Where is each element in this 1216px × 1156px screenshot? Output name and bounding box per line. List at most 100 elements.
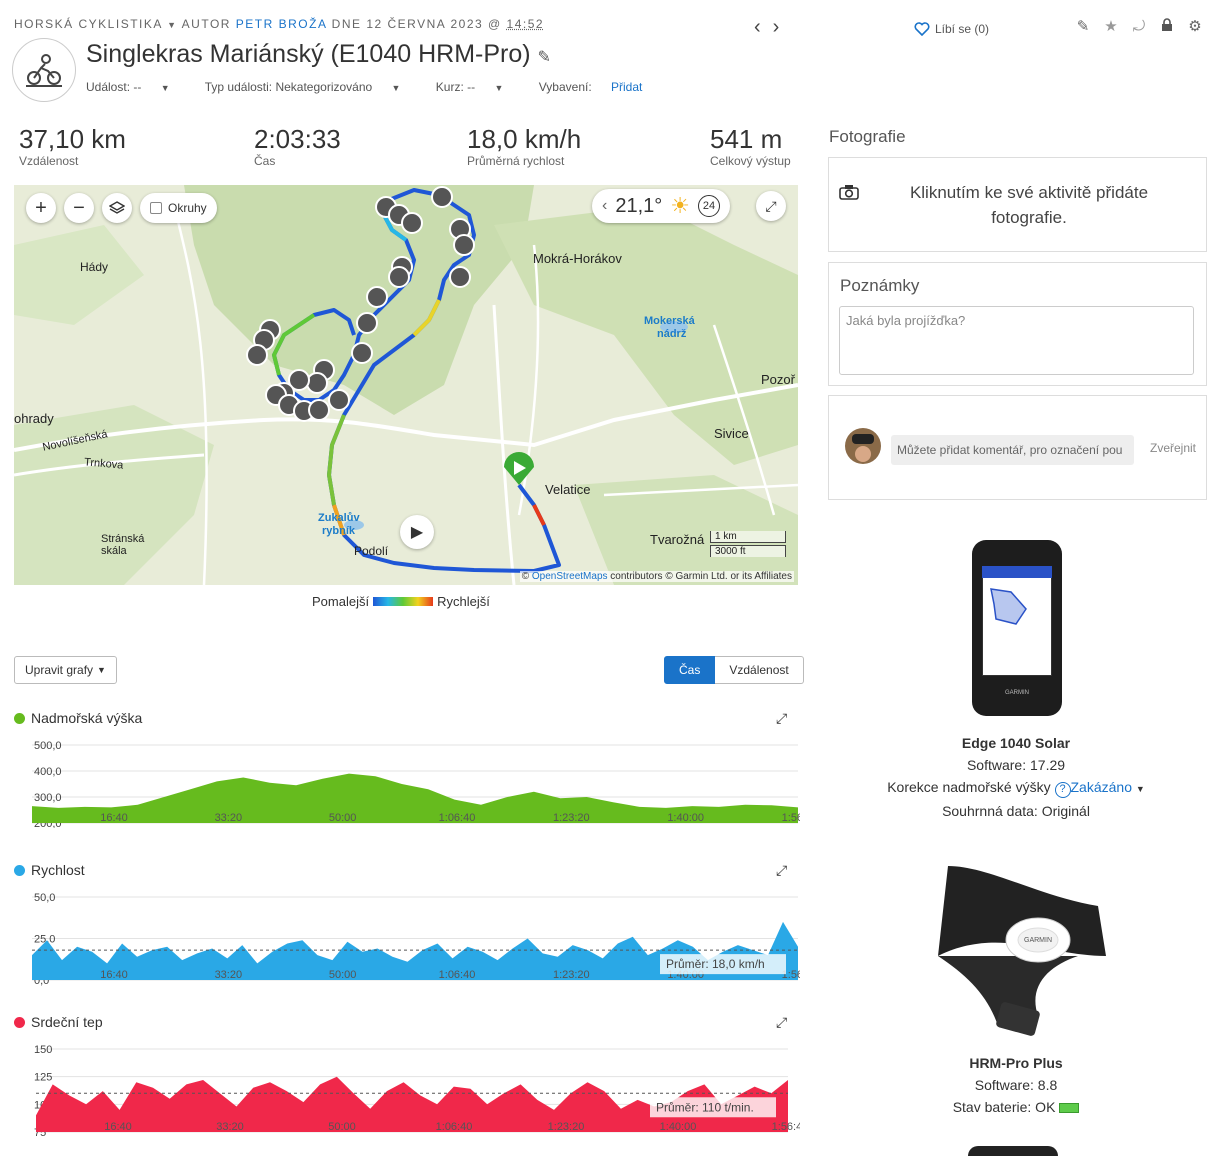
- laps-checkbox[interactable]: [150, 202, 162, 214]
- play-route-button[interactable]: ▶: [400, 515, 434, 549]
- x-tick-label: 16:40: [100, 969, 128, 981]
- x-tick-label: 50:00: [329, 969, 357, 981]
- previous-activity-icon[interactable]: ‹: [754, 16, 773, 38]
- activity-sub-fields: Událost: -- ▼ Typ události: Nekategorizo…: [86, 80, 674, 94]
- heart-rate-chart[interactable]: 1501251007516:4033:2050:001:06:401:23:20…: [14, 1040, 800, 1140]
- author-name-link[interactable]: PETR BROŽA: [236, 17, 327, 31]
- caret-down-icon: ▼: [391, 83, 401, 93]
- share-icon[interactable]: ⤾: [1130, 18, 1148, 36]
- y-tick-label: 150: [34, 1044, 52, 1056]
- pencil-icon[interactable]: ✎: [1074, 18, 1092, 36]
- x-tick-label: 50:00: [329, 812, 357, 824]
- caret-down-icon[interactable]: ▼: [1136, 784, 1145, 794]
- average-badge: Průměr: 110 t/min.: [650, 1097, 776, 1118]
- expand-icon[interactable]: ⤢: [776, 710, 787, 727]
- star-icon[interactable]: ★: [1102, 18, 1120, 36]
- fullscreen-button[interactable]: ⤢: [756, 191, 786, 221]
- speed-chart-title: Rychlost: [14, 862, 85, 878]
- map-attribution: © OpenStreetMaps contributors © Garmin L…: [519, 571, 794, 582]
- chevron-left-icon[interactable]: ‹: [602, 197, 607, 215]
- activity-title-text: Singlekras Mariánský (E1040 HRM-Pro): [86, 40, 531, 68]
- zoom-in-button[interactable]: +: [26, 193, 56, 223]
- hours-badge: 24: [698, 195, 720, 217]
- event-type-dropdown[interactable]: Typ události: Nekategorizováno ▼: [205, 80, 417, 94]
- course-dropdown[interactable]: Kurz: -- ▼: [436, 80, 520, 94]
- event-dropdown[interactable]: Událost: -- ▼: [86, 80, 186, 94]
- pencil-icon[interactable]: ✎: [538, 49, 551, 66]
- publish-button[interactable]: Zveřejnit: [1150, 441, 1196, 455]
- zoom-out-button[interactable]: −: [64, 193, 94, 223]
- edge-device-info: Edge 1040 Solar Software: 17.29 Korekce …: [868, 732, 1164, 822]
- comment-card: Můžete přidat komentář, pro označení pou…: [828, 395, 1207, 500]
- device-name: HRM-Pro Plus: [969, 1055, 1063, 1071]
- speed-chart[interactable]: 50,025,00,0 16:40 33:20 50:00 1:06:40 1:23:20…: [14, 888, 800, 988]
- gear-icon[interactable]: ⚙: [1186, 18, 1204, 36]
- correction-dropdown[interactable]: Zakázáno: [1071, 779, 1132, 795]
- help-icon[interactable]: ?: [1054, 782, 1071, 798]
- add-photos-card[interactable]: Kliknutím ke své aktivitě přidáte fotogr…: [828, 157, 1207, 252]
- x-tick-label: 1:56:40: [782, 812, 800, 824]
- legend-fast: Rychlejší: [437, 594, 490, 609]
- edit-charts-button[interactable]: Upravit grafy ▼: [14, 656, 117, 684]
- chevron-down-icon[interactable]: ▼: [167, 20, 177, 30]
- mountain-bike-icon: [26, 54, 62, 87]
- y-tick-label: 50,0: [34, 892, 55, 904]
- gear-field: Vybavení: Přidat: [539, 80, 659, 94]
- like-button[interactable]: Líbí se (0): [914, 22, 989, 36]
- next-activity-icon[interactable]: ›: [773, 16, 792, 38]
- map-controls: + − Okruhy: [26, 193, 217, 223]
- speed-title-text: Rychlost: [31, 862, 85, 878]
- speed-legend: Pomalejší Rychlejší: [312, 594, 490, 609]
- x-tick-label: 1:06:40: [436, 1121, 473, 1133]
- laps-toggle[interactable]: Okruhy: [140, 193, 217, 223]
- activity-type-link[interactable]: HORSKÁ CYKLISTIKA: [14, 17, 162, 31]
- course-label: Kurz: --: [435, 80, 476, 94]
- hrm-strap-image: GARMIN: [938, 866, 1106, 1036]
- elevation-chart[interactable]: 500,0400,0300,0200,016:4033:2050:001:06:…: [14, 736, 800, 828]
- stat-value: 541 m: [710, 124, 783, 154]
- stat-label: Čas: [254, 154, 276, 168]
- chart-axis-toggle: Čas Vzdálenost: [664, 656, 804, 684]
- average-label: Průměr: 18,0 km/h: [666, 957, 765, 971]
- elevation-chart-title: Nadmořská výška: [14, 710, 142, 726]
- notes-placeholder: Jaká byla projížďka?: [846, 313, 966, 328]
- legend-slow: Pomalejší: [312, 594, 370, 609]
- next-device-image: [968, 1146, 1058, 1156]
- x-tick-label: 1:40:00: [660, 1121, 697, 1133]
- stat-value: 18,0 km/h: [467, 124, 582, 154]
- toggle-distance[interactable]: Vzdálenost: [715, 656, 804, 684]
- edge-device-image: GARMIN: [972, 540, 1062, 716]
- y-tick-label: 125: [34, 1072, 52, 1084]
- caret-down-icon: ▼: [160, 83, 170, 93]
- map-label: Hády: [80, 260, 109, 274]
- start-marker-icon[interactable]: [504, 452, 534, 485]
- add-gear-link[interactable]: Přidat: [611, 80, 642, 94]
- lock-icon[interactable]: [1158, 18, 1176, 36]
- map-label: nádrž: [657, 328, 687, 340]
- map-label: Mokrá-Horákov: [533, 251, 622, 266]
- map-label: ohrady: [14, 411, 54, 426]
- comment-placeholder: Můžete přidat komentář, pro označení pou: [897, 443, 1123, 457]
- layers-button[interactable]: [102, 193, 132, 223]
- stat-label: Vzdálenost: [19, 154, 79, 168]
- weather-widget[interactable]: ‹ 21,1° ☀ 24: [592, 189, 730, 223]
- expand-icon[interactable]: ⤢: [776, 1014, 787, 1031]
- battery-label: Stav baterie: OK: [952, 1099, 1056, 1115]
- activity-toolbar: ✎ ★ ⤾ ⚙: [1074, 18, 1204, 36]
- activity-time[interactable]: 14:52: [507, 17, 545, 31]
- osm-link[interactable]: OpenStreetMaps: [532, 571, 608, 582]
- toggle-time[interactable]: Čas: [664, 656, 716, 684]
- notes-textarea[interactable]: Jaká byla projížďka?: [839, 306, 1194, 375]
- event-type-label: Typ události: Nekategorizováno: [204, 80, 373, 94]
- svg-text:GARMIN: GARMIN: [1024, 937, 1052, 944]
- route-map[interactable]: + − Okruhy ‹ 21,1° ☀ 24 ⤢ Hády Mokrá-Hor…: [14, 185, 798, 585]
- speed-dot: [14, 864, 25, 876]
- edit-charts-label: Upravit grafy: [25, 663, 94, 677]
- activity-title[interactable]: Singlekras Mariánský (E1040 HRM-Pro) ✎: [86, 40, 551, 69]
- x-tick-label: 1:23:20: [553, 969, 590, 981]
- expand-icon[interactable]: ⤢: [776, 862, 787, 879]
- comment-input[interactable]: Můžete přidat komentář, pro označení pou: [891, 435, 1134, 465]
- photos-title: Fotografie: [829, 127, 906, 146]
- x-tick-label: 16:40: [104, 1121, 132, 1133]
- stat-value: 37,10 km: [19, 124, 126, 154]
